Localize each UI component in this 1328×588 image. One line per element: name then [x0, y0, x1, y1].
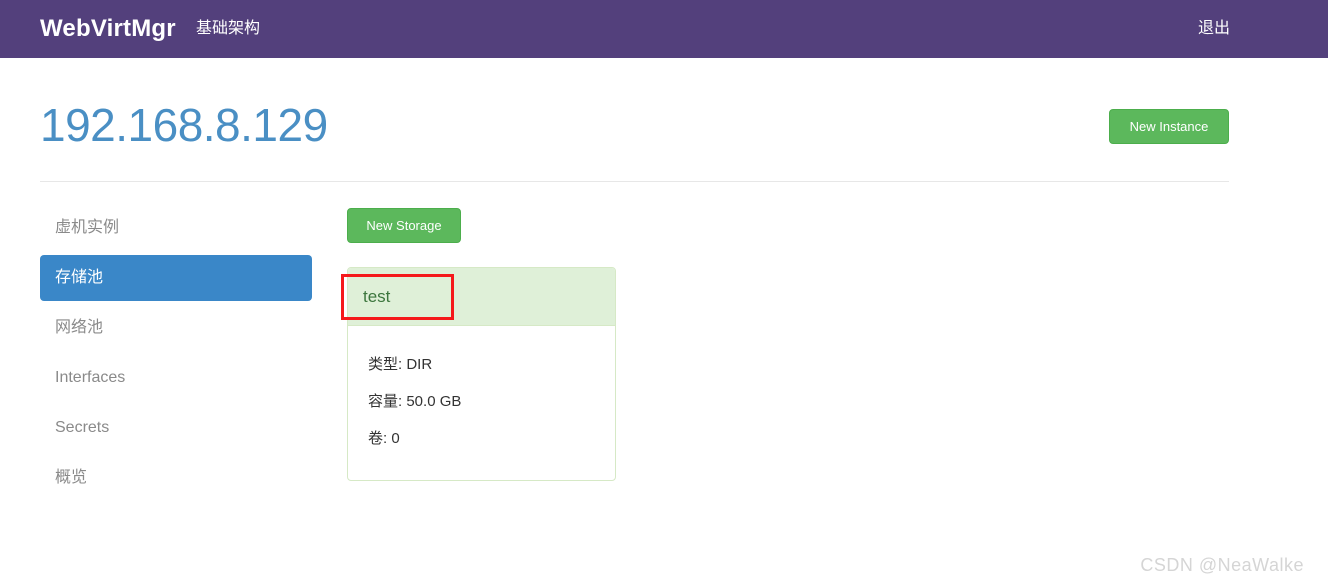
storage-pool-volumes-row: 卷: 0: [368, 420, 595, 457]
sidebar-nav: 虚机实例 存储池 网络池 Interfaces Secrets 概览: [40, 205, 312, 505]
storage-pool-volumes-value: 0: [391, 430, 400, 447]
storage-pool-name-link[interactable]: test: [363, 287, 390, 307]
storage-pool-type-row: 类型: DIR: [368, 346, 595, 383]
navbar-item-logout[interactable]: 退出: [1198, 17, 1230, 41]
storage-pool-volumes-label: 卷:: [368, 430, 388, 447]
sidebar-item-interfaces[interactable]: Interfaces: [40, 355, 312, 401]
storage-pool-card-body: 类型: DIR 容量: 50.0 GB 卷: 0: [348, 326, 615, 457]
storage-pool-card[interactable]: test 类型: DIR 容量: 50.0 GB 卷: 0: [347, 267, 616, 481]
storage-pool-size-value: 50.0 GB: [406, 393, 462, 410]
sidebar-item-storages[interactable]: 存储池: [40, 255, 312, 301]
sidebar-item-networks[interactable]: 网络池: [40, 305, 312, 351]
page-title: 192.168.8.129: [40, 99, 328, 151]
navbar-brand[interactable]: WebVirtMgr: [40, 14, 176, 44]
storage-pool-size-row: 容量: 50.0 GB: [368, 383, 595, 420]
sidebar-item-overview[interactable]: 概览: [40, 455, 312, 501]
sidebar-item-secrets[interactable]: Secrets: [40, 405, 312, 451]
new-storage-button[interactable]: New Storage: [347, 208, 461, 243]
storage-pool-type-value: DIR: [406, 356, 433, 373]
storage-pool-type-label: 类型:: [368, 356, 403, 373]
navbar-item-infrastructure[interactable]: 基础架构: [196, 17, 260, 41]
storage-pool-card-header: test: [348, 268, 615, 326]
top-navbar: WebVirtMgr 基础架构 退出: [0, 0, 1328, 58]
sidebar-item-instances[interactable]: 虚机实例: [40, 205, 312, 251]
watermark-text: CSDN @NeaWalke: [1140, 555, 1304, 575]
header-divider: [40, 181, 1229, 182]
new-instance-button[interactable]: New Instance: [1109, 109, 1229, 144]
storage-pool-size-label: 容量:: [368, 393, 403, 410]
